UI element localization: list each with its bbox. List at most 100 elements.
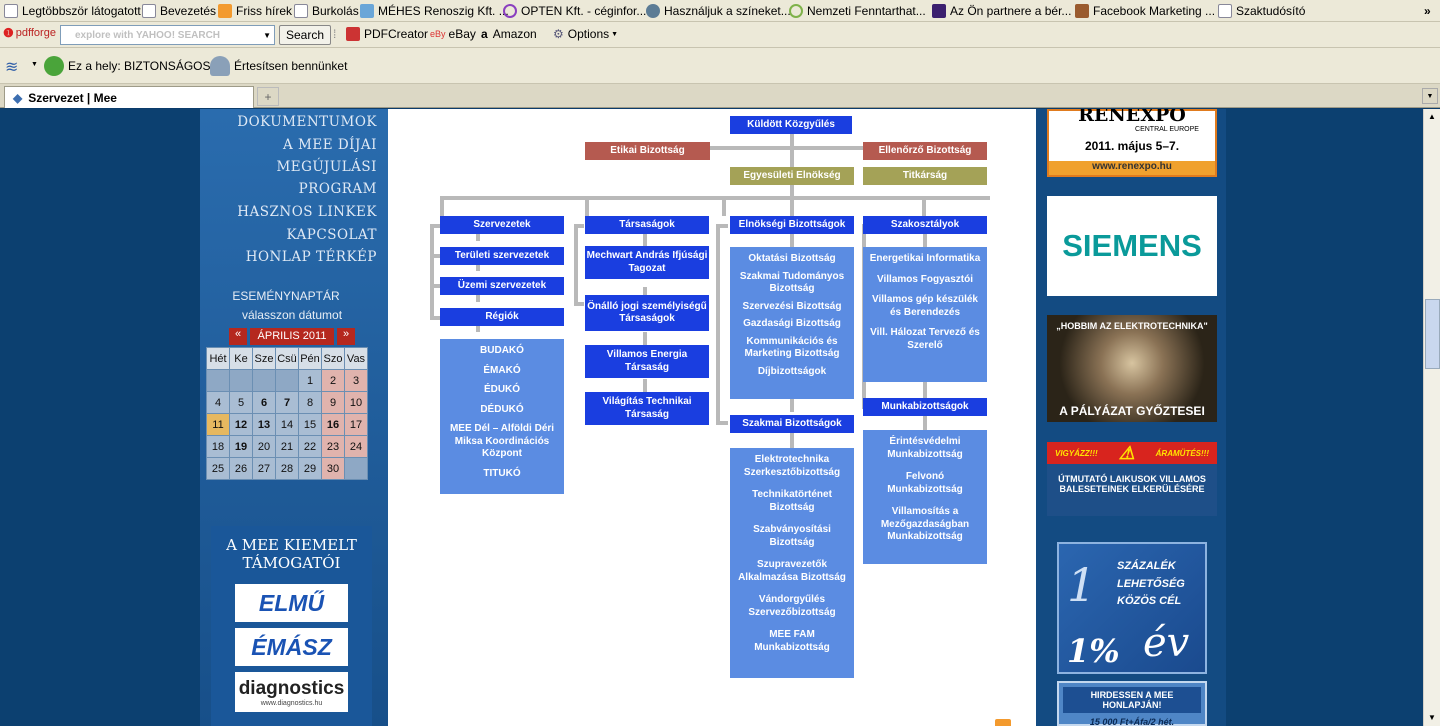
- munkabizottsagok-box[interactable]: Munkabizottságok: [863, 398, 987, 416]
- emasz-logo[interactable]: ÉMÁSZ: [235, 628, 348, 666]
- calendar-day[interactable]: 27: [252, 457, 276, 480]
- page-scrollbar[interactable]: ▲ ▼: [1423, 109, 1440, 726]
- org-list-item[interactable]: Szupravezetők Alkalmazása Bizottság: [730, 559, 854, 584]
- calendar-day[interactable]: 29: [298, 457, 322, 480]
- org-list-item[interactable]: Vill. Hálozat Tervező és Szerelő: [863, 327, 987, 352]
- bookmark-nemzeti[interactable]: Nemzeti Fenntarthat...: [789, 3, 926, 19]
- dropdown-chevron-icon[interactable]: ▼: [263, 31, 271, 40]
- bookmark-opten[interactable]: OPTEN Kft. - céginfor...: [503, 3, 646, 19]
- calendar-day[interactable]: 19: [229, 435, 253, 458]
- bookmark-burkolas[interactable]: Burkolás: [294, 3, 359, 19]
- bookmark-az-on-partnere[interactable]: Az Ön partnere a bér...: [932, 3, 1071, 19]
- nav-megujulasi[interactable]: MEGÚJULÁSI: [276, 159, 377, 175]
- nav-mee-dijai[interactable]: A MEE DÍJAI: [283, 137, 377, 153]
- scrollbar-thumb[interactable]: [1425, 299, 1440, 369]
- pdfcreator-button[interactable]: PDFCreator: [346, 27, 428, 41]
- yahoo-search-input[interactable]: explore with YAHOO! SEARCH ▼: [60, 25, 275, 45]
- hobbim-ad[interactable]: „HOBBIM AZ ELEKTROTECHNIKA" A PÁLYÁZAT G…: [1047, 315, 1217, 422]
- bookmark-most-visited[interactable]: Legtöbbször látogatott: [4, 3, 141, 19]
- org-list-item[interactable]: ÉMAKÓ: [477, 365, 526, 378]
- nav-dokumentumok[interactable]: DOKUMENTUMOK: [237, 114, 377, 130]
- uzemi-szervezetek-box[interactable]: Üzemi szervezetek: [440, 277, 564, 295]
- tarsasagok-box[interactable]: Társaságok: [585, 216, 709, 234]
- calendar-day[interactable]: 13: [252, 413, 276, 436]
- calendar-day[interactable]: 28: [275, 457, 299, 480]
- org-list-item[interactable]: MEE Dél – Alföldi Déri Miksa Koordináció…: [440, 423, 564, 461]
- dropdown-chevron-icon[interactable]: ▼: [31, 61, 38, 68]
- siemens-ad[interactable]: SIEMENS: [1047, 196, 1217, 296]
- nav-program[interactable]: PROGRAM: [299, 181, 377, 197]
- ebay-button[interactable]: eBy eBay: [430, 27, 476, 41]
- egyesuleti-elnokseg-box[interactable]: Egyesületi Elnökség: [730, 167, 854, 185]
- calendar-day[interactable]: 8: [298, 391, 322, 414]
- org-list-item[interactable]: Szabványosítási Bizottság: [730, 524, 854, 549]
- bookmark-mehes[interactable]: MÉHES Renoszig Kft. ...: [360, 3, 509, 19]
- amazon-button[interactable]: a Amazon: [481, 27, 537, 41]
- calendar-day[interactable]: 30: [321, 457, 345, 480]
- elmu-logo[interactable]: ELMŰ: [235, 584, 348, 622]
- bookmark-hasznaljuk[interactable]: Használjuk a színeket...: [646, 3, 791, 19]
- scroll-up-icon[interactable]: ▲: [1424, 109, 1440, 125]
- bookmark-friss-hirek[interactable]: Friss hírek: [218, 3, 292, 19]
- org-list-item[interactable]: Kommunikációs és Marketing Bizottság: [730, 336, 854, 361]
- org-list-item[interactable]: ÉDUKÓ: [478, 384, 526, 397]
- onallo-jogi-box[interactable]: Önálló jogi személyiségű Társaságok: [585, 295, 709, 331]
- options-button[interactable]: ⚙ Options ▼: [553, 27, 618, 41]
- regiok-box[interactable]: Régiók: [440, 308, 564, 326]
- ellenorzo-bizottsag-box[interactable]: Ellenőrző Bizottság: [863, 142, 987, 160]
- calendar-day[interactable]: 14: [275, 413, 299, 436]
- calendar-day[interactable]: 6: [252, 391, 276, 414]
- calendar-day[interactable]: 20: [252, 435, 276, 458]
- calendar-day[interactable]: 1: [298, 369, 322, 392]
- calendar-day[interactable]: 18: [206, 435, 230, 458]
- calendar-day[interactable]: 15: [298, 413, 322, 436]
- szakmai-bizottsagok-box[interactable]: Szakmai Bizottságok: [730, 415, 854, 433]
- kuldott-kozgyules-box[interactable]: Küldött Közgyűlés: [730, 116, 852, 134]
- bookmark-szaktudosito[interactable]: Szaktudósító: [1218, 3, 1305, 19]
- calendar-day[interactable]: 25: [206, 457, 230, 480]
- scroll-down-icon[interactable]: ▼: [1424, 710, 1440, 726]
- org-list-item[interactable]: MEE FAM Munkabizottság: [730, 629, 854, 654]
- calendar-day[interactable]: 7: [275, 391, 299, 414]
- rss-icon[interactable]: [995, 719, 1011, 726]
- calendar-day[interactable]: 3: [344, 369, 368, 392]
- nav-honlap-terkep[interactable]: HONLAP TÉRKÉP: [246, 249, 377, 265]
- org-list-item[interactable]: Díjbizottságok: [752, 366, 832, 379]
- elnoksegi-bizottsagok-box[interactable]: Elnökségi Bizottságok: [730, 216, 854, 234]
- org-list-item[interactable]: Elektrotechnika Szerkesztőbizottság: [730, 454, 854, 479]
- org-list-item[interactable]: Villamos Fogyasztói: [871, 274, 979, 287]
- mechwart-box[interactable]: Mechwart András Ifjúsági Tagozat: [585, 246, 709, 279]
- calendar-day[interactable]: 2: [321, 369, 345, 392]
- calendar-prev-button[interactable]: «: [229, 328, 247, 345]
- org-list-item[interactable]: Gazdasági Bizottság: [737, 318, 847, 331]
- security-status[interactable]: Ez a hely: BIZTONSÁGOS▼: [44, 55, 223, 77]
- hirdessen-ad[interactable]: HIRDESSEN A MEE HONLAPJÁN! 15 000 Ft+Áfa…: [1057, 681, 1207, 726]
- calendar-day[interactable]: 16: [321, 413, 345, 436]
- notify-button[interactable]: Értesítsen bennünket: [210, 55, 347, 77]
- calendar-day[interactable]: 24: [344, 435, 368, 458]
- calendar-day[interactable]: 17: [344, 413, 368, 436]
- teruleti-szervezetek-box[interactable]: Területi szervezetek: [440, 247, 564, 265]
- calendar-day[interactable]: 21: [275, 435, 299, 458]
- org-list-item[interactable]: Érintésvédelmi Munkabizottság: [863, 436, 987, 461]
- etikai-bizottsag-box[interactable]: Etikai Bizottság: [585, 142, 710, 160]
- calendar-day[interactable]: 12: [229, 413, 253, 436]
- calendar-next-button[interactable]: »: [337, 328, 355, 345]
- szakosztalyok-box[interactable]: Szakosztályok: [863, 216, 987, 234]
- org-list-item[interactable]: Szakmai Tudományos Bizottság: [730, 271, 854, 296]
- org-list-item[interactable]: Oktatási Bizottság: [742, 253, 841, 266]
- vilagitas-technikai-box[interactable]: Világítás Technikai Társaság: [585, 392, 709, 425]
- nav-hasznos-linkek[interactable]: HASZNOS LINKEK: [237, 204, 377, 220]
- vigyazz-ad[interactable]: VIGYÁZZ!!! ⚠ ÁRAMÜTÉS!!! ÚTMUTATÓ LAIKUSOK…: [1047, 442, 1217, 516]
- org-list-item[interactable]: Energetikai Informatika: [864, 253, 987, 266]
- szazalek-ad[interactable]: SZÁZALÉK LEHETŐSÉG KÖZÖS CÉL 1 1% év: [1057, 542, 1207, 674]
- calendar-day[interactable]: 5: [229, 391, 253, 414]
- renexpo-ad[interactable]: RENEXPO CENTRAL EUROPE 2011. május 5–7. …: [1047, 109, 1217, 177]
- calendar-day[interactable]: 22: [298, 435, 322, 458]
- diagnostics-logo[interactable]: diagnostics www.diagnostics.hu: [235, 672, 348, 712]
- calendar-day[interactable]: 26: [229, 457, 253, 480]
- new-tab-button[interactable]: +: [257, 87, 279, 106]
- wifi-icon[interactable]: ≋: [5, 57, 18, 77]
- org-list-item[interactable]: BUDAKÓ: [474, 345, 530, 358]
- calendar-day[interactable]: 4: [206, 391, 230, 414]
